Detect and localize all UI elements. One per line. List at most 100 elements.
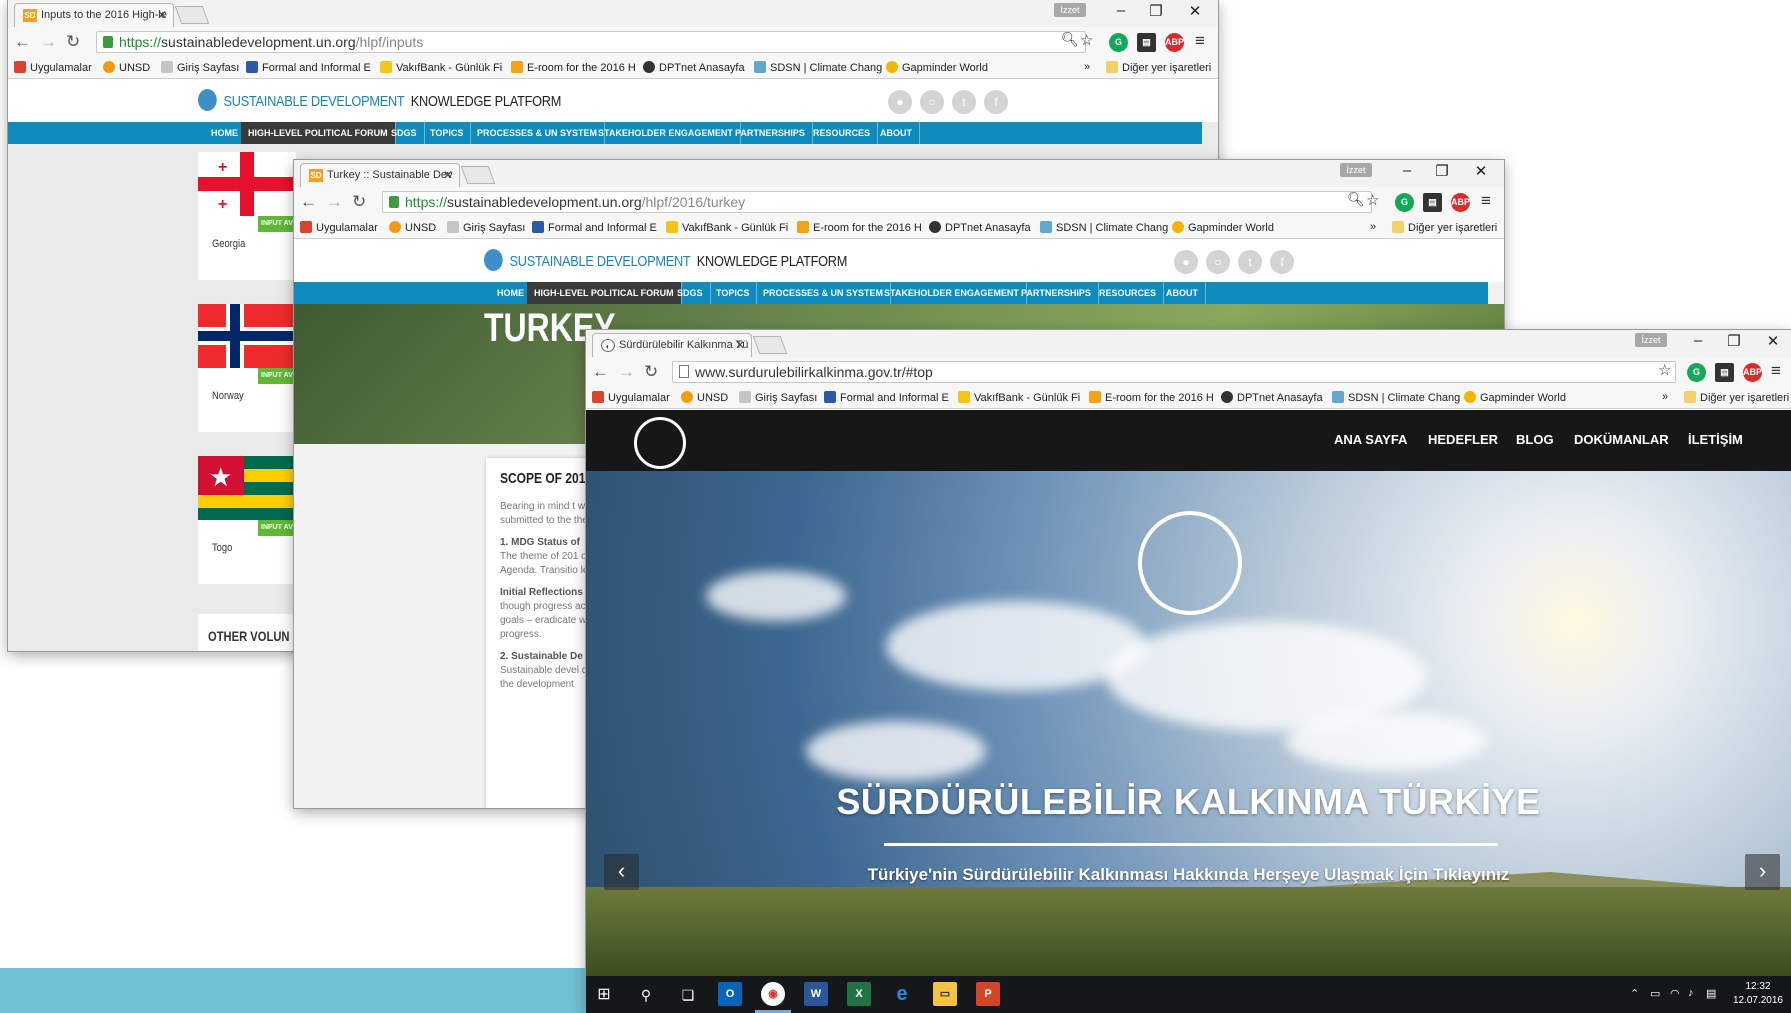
new-tab-button[interactable]: [460, 166, 496, 184]
tab-inputs[interactable]: SD Inputs to the 2016 High-le ✕: [14, 3, 174, 27]
system-clock[interactable]: 12:32 12.07.2016: [1733, 980, 1783, 1008]
restore-icon[interactable]: ❐: [1144, 2, 1168, 20]
bookmark-apps[interactable]: Uygulamalar: [14, 61, 92, 74]
nav-home[interactable]: HOME: [204, 122, 246, 144]
reload-icon[interactable]: ↻: [352, 192, 366, 212]
bookmark-vakifbank[interactable]: VakıfBank - Günlük Fi: [380, 61, 502, 74]
tab-surdurulebilir[interactable]: ◐ Sürdürülebilir Kalkınma Tü ✕: [592, 333, 752, 357]
nav-hlpf[interactable]: HIGH-LEVEL POLITICAL FORUM: [241, 122, 396, 144]
country-card-norway[interactable]: INPUT AV Norway: [198, 304, 296, 432]
bookmark-home[interactable]: Giriş Sayfası: [739, 391, 817, 404]
slider-prev-icon[interactable]: ‹: [604, 854, 639, 890]
other-bookmarks[interactable]: Diğer yer işaretleri: [1392, 221, 1497, 234]
profile-badge[interactable]: İzzet: [1054, 3, 1086, 17]
chrome-icon[interactable]: ◉: [761, 982, 785, 1006]
internet-explorer-icon[interactable]: e: [890, 982, 914, 1006]
adblock-icon[interactable]: ABP: [1165, 33, 1184, 52]
bookmarks-more[interactable]: »: [1084, 61, 1090, 73]
user-icon[interactable]: ●: [1174, 250, 1198, 274]
bookmark-formal[interactable]: Formal and Informal E: [824, 391, 949, 404]
new-tab-button[interactable]: [752, 336, 788, 354]
facebook-icon[interactable]: f: [984, 90, 1008, 114]
bookmark-eroom[interactable]: E-room for the 2016 H: [511, 61, 636, 74]
menu-icon[interactable]: ≡: [1481, 191, 1491, 211]
forward-icon[interactable]: →: [618, 362, 635, 382]
extension-icon[interactable]: ▤: [1137, 33, 1156, 52]
nav-sdgs[interactable]: SDGS: [670, 282, 711, 304]
word-icon[interactable]: W: [804, 982, 828, 1006]
hero-subtitle-link[interactable]: Türkiye'nin Sürdürülebilir Kalkınması Ha…: [586, 865, 1791, 885]
minimize-icon[interactable]: –: [1395, 162, 1419, 179]
powerpoint-icon[interactable]: P: [976, 982, 1000, 1006]
nav-about[interactable]: ABOUT: [873, 122, 920, 144]
bookmark-dptnet[interactable]: DPTnet Anasayfa: [1221, 391, 1323, 404]
nav-stakeholder[interactable]: STAKEHOLDER ENGAGEMENT: [877, 282, 1027, 304]
reload-icon[interactable]: ↻: [66, 32, 80, 52]
slider-next-icon[interactable]: ›: [1745, 854, 1780, 890]
volume-icon[interactable]: ♪: [1688, 987, 1694, 999]
address-bar[interactable]: https://sustainabledevelopment.un.org/hl…: [382, 191, 1372, 213]
twitter-icon[interactable]: t: [952, 90, 976, 114]
zoom-icon[interactable]: 🔍︎: [1061, 31, 1079, 48]
nav-partnerships[interactable]: PARTNERSHIPS: [1014, 282, 1099, 304]
country-card-togo[interactable]: ★ INPUT AV Togo: [198, 456, 296, 584]
new-tab-button[interactable]: [174, 6, 210, 24]
bookmarks-more[interactable]: »: [1370, 221, 1376, 233]
other-bookmarks[interactable]: Diğer yer işaretleri: [1684, 391, 1789, 404]
forward-icon[interactable]: →: [326, 192, 343, 212]
grammarly-icon[interactable]: G: [1395, 193, 1414, 212]
site-logo-icon[interactable]: [634, 417, 686, 469]
task-view-icon[interactable]: ❏: [676, 983, 700, 1007]
bookmark-apps[interactable]: Uygulamalar: [300, 221, 378, 234]
close-tab-icon[interactable]: ✕: [443, 168, 453, 182]
nav-resources[interactable]: RESOURCES: [806, 122, 879, 144]
bookmark-sdsn[interactable]: SDSN | Climate Chang: [1332, 391, 1460, 404]
bookmark-sdsn[interactable]: SDSN | Climate Chang: [754, 61, 882, 74]
close-tab-icon[interactable]: ✕: [157, 8, 167, 22]
bookmark-gapminder[interactable]: Gapminder World: [1464, 391, 1566, 404]
bookmark-home[interactable]: Giriş Sayfası: [447, 221, 525, 234]
site-logo[interactable]: SUSTAINABLE DEVELOPMENT KNOWLEDGE PLATFO…: [198, 89, 561, 111]
menu-documents[interactable]: DOKÜMANLAR: [1574, 432, 1669, 447]
grammarly-icon[interactable]: G: [1109, 33, 1128, 52]
star-icon[interactable]: ☆: [1080, 31, 1093, 49]
site-logo[interactable]: SUSTAINABLE DEVELOPMENT KNOWLEDGE PLATFO…: [484, 249, 847, 271]
menu-contact[interactable]: İLETİŞİM: [1688, 432, 1743, 447]
nav-home[interactable]: HOME: [490, 282, 532, 304]
bookmark-gapminder[interactable]: Gapminder World: [1172, 221, 1274, 234]
star-icon[interactable]: ☆: [1366, 191, 1379, 209]
close-icon[interactable]: ✕: [1469, 162, 1493, 180]
battery-icon[interactable]: ▭: [1650, 987, 1660, 1000]
bookmark-formal[interactable]: Formal and Informal E: [532, 221, 657, 234]
country-card-georgia[interactable]: + + INPUT AV Georgia: [198, 152, 296, 280]
bookmark-sdsn[interactable]: SDSN | Climate Chang: [1040, 221, 1168, 234]
menu-icon[interactable]: ≡: [1771, 361, 1781, 381]
outlook-icon[interactable]: O: [718, 982, 742, 1006]
close-tab-icon[interactable]: ✕: [735, 338, 745, 352]
address-bar[interactable]: www.surdurulebilirkalkinma.gov.tr/#top: [672, 361, 1676, 383]
adblock-icon[interactable]: ABP: [1451, 193, 1470, 212]
close-icon[interactable]: ✕: [1183, 2, 1207, 20]
bookmark-dptnet[interactable]: DPTnet Anasayfa: [929, 221, 1031, 234]
restore-icon[interactable]: ❐: [1722, 332, 1746, 350]
bookmark-unsd[interactable]: UNSD: [389, 221, 436, 234]
excel-icon[interactable]: X: [847, 982, 871, 1006]
tray-chevron-icon[interactable]: ⌃: [1630, 987, 1639, 1000]
zoom-icon[interactable]: 🔍︎: [1347, 191, 1365, 208]
extension-icon[interactable]: ▤: [1715, 363, 1734, 382]
menu-targets[interactable]: HEDEFLER: [1428, 432, 1498, 447]
nav-resources[interactable]: RESOURCES: [1092, 282, 1165, 304]
adblock-icon[interactable]: ABP: [1743, 363, 1762, 382]
user-icon[interactable]: ●: [888, 90, 912, 114]
nav-processes[interactable]: PROCESSES & UN SYSTEM: [756, 282, 892, 304]
reload-icon[interactable]: ↻: [644, 362, 658, 382]
profile-badge[interactable]: İzzet: [1340, 163, 1372, 177]
bookmark-eroom[interactable]: E-room for the 2016 H: [1089, 391, 1214, 404]
start-icon[interactable]: ⊞: [592, 983, 616, 1007]
browser-window-surdurulebilir[interactable]: ◐ Sürdürülebilir Kalkınma Tü ✕ İzzet – ❐…: [586, 330, 1791, 1013]
other-bookmarks[interactable]: Diğer yer işaretleri: [1106, 61, 1211, 74]
tab-turkey[interactable]: SD Turkey :: Sustainable Dev ✕: [300, 163, 460, 187]
nav-about[interactable]: ABOUT: [1159, 282, 1206, 304]
facebook-icon[interactable]: f: [1270, 250, 1294, 274]
menu-icon[interactable]: ≡: [1195, 31, 1205, 51]
